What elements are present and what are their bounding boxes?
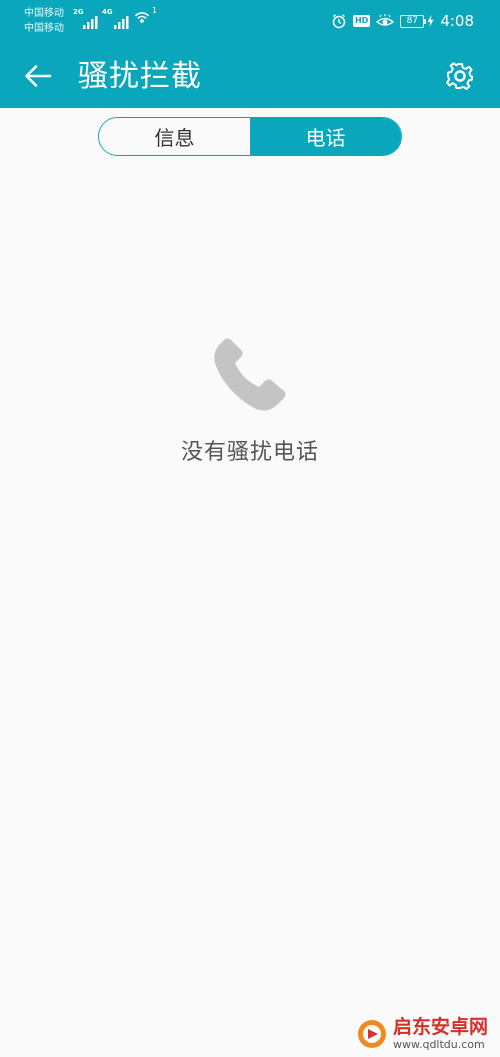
arrow-left-icon	[25, 65, 52, 87]
site-logo-icon	[357, 1019, 386, 1048]
hotspot-icon	[134, 12, 150, 23]
gear-icon	[446, 62, 473, 90]
status-bar: 中国移动 中国移动 2G 4G 1 HD 87 4:08	[0, 0, 500, 46]
carrier-label-2: 中国移动	[24, 23, 64, 34]
battery-indicator: 87	[400, 14, 427, 28]
settings-button[interactable]	[442, 58, 478, 94]
phone-icon	[214, 338, 286, 411]
eye-comfort-icon	[376, 14, 395, 26]
signal-bars-icon	[114, 16, 129, 29]
watermark: 启东安卓网 www.qdltdu.com	[357, 1016, 488, 1051]
watermark-brand: 启东安卓网	[392, 1016, 488, 1038]
tab-switcher: 信息 电话	[98, 117, 402, 156]
status-icons-right: HD 87 4:08	[325, 11, 474, 31]
alarm-icon	[332, 14, 346, 29]
carrier-label-1: 中国移动	[24, 8, 64, 19]
signal-strength-2: 4G	[102, 8, 130, 29]
status-time: 4:08	[440, 12, 474, 30]
empty-state-message: 没有骚扰电话	[180, 440, 319, 465]
app-bar: 骚扰拦截	[0, 46, 500, 108]
signal-bars-icon	[83, 16, 98, 29]
hotspot-count: 1	[152, 6, 158, 15]
hd-voice-badge: HD	[352, 15, 371, 27]
signal-strength-1: 2G	[73, 8, 99, 29]
back-button[interactable]	[18, 58, 58, 94]
charging-bolt-icon	[427, 15, 434, 27]
page-title: 骚扰拦截	[78, 59, 202, 94]
empty-state: 没有骚扰电话	[0, 336, 500, 466]
tab-messages[interactable]: 信息	[99, 118, 250, 155]
watermark-url: www.qdltdu.com	[392, 1038, 485, 1051]
tab-calls[interactable]: 电话	[250, 118, 401, 155]
